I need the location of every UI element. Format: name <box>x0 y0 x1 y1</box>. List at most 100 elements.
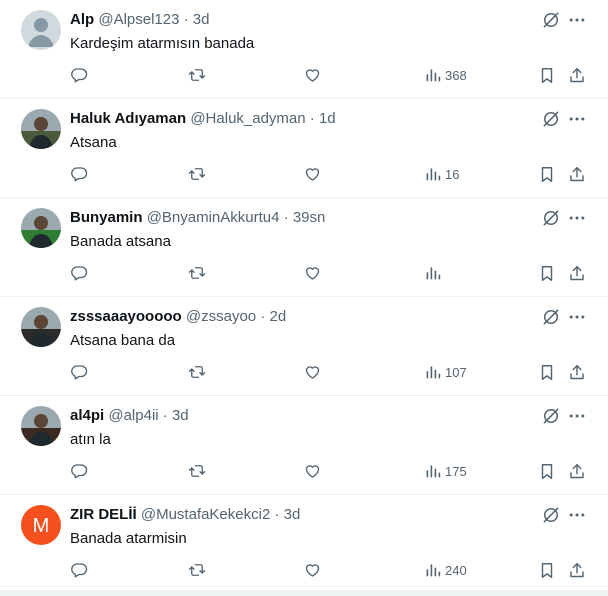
more-icon[interactable] <box>567 208 587 228</box>
views-button[interactable]: 240 <box>421 560 467 580</box>
author-name[interactable]: Alp <box>70 11 94 28</box>
grok-icon[interactable] <box>541 109 561 129</box>
timestamp[interactable]: 39sn <box>293 209 326 226</box>
grok-icon[interactable] <box>541 406 561 426</box>
avatar[interactable] <box>21 307 61 347</box>
tweet-row[interactable]: zsssaaayooooo @zssayoo · 2d Atsana bana … <box>0 297 608 396</box>
retweet-button[interactable] <box>187 65 207 85</box>
tweet-row[interactable]: Alp @Alpsel123 · 3d Kardeşim atarmısın b… <box>0 0 608 99</box>
action-bar <box>0 263 608 283</box>
author-handle[interactable]: @Haluk_adyman <box>190 110 305 127</box>
avatar[interactable] <box>21 406 61 446</box>
share-icon <box>568 462 586 481</box>
share-button[interactable] <box>568 263 586 283</box>
reply-button[interactable] <box>70 263 88 283</box>
bookmark-button[interactable] <box>538 362 556 382</box>
tweet-text: Banada atarmisin <box>70 530 187 547</box>
reply-button[interactable] <box>70 164 88 184</box>
avatar[interactable]: M <box>21 505 61 545</box>
bookmark-icon <box>538 363 556 382</box>
retweet-button[interactable] <box>187 362 207 382</box>
bookmark-button[interactable] <box>538 263 556 283</box>
share-icon <box>568 66 586 85</box>
timestamp[interactable]: 2d <box>270 308 287 325</box>
like-button[interactable] <box>303 263 322 283</box>
views-count: 175 <box>445 463 467 479</box>
reply-button[interactable] <box>70 362 88 382</box>
views-button[interactable]: 16 <box>421 164 459 184</box>
grok-icon[interactable] <box>541 208 561 228</box>
reply-button[interactable] <box>70 461 88 481</box>
tweet-header: zsssaaayooooo @zssayoo · 2d <box>70 308 286 326</box>
more-icon[interactable] <box>567 406 587 426</box>
author-name[interactable]: al4pi <box>70 407 104 424</box>
share-button[interactable] <box>568 65 586 85</box>
reply-button[interactable] <box>70 560 88 580</box>
share-button[interactable] <box>568 164 586 184</box>
bookmark-button[interactable] <box>538 164 556 184</box>
tweet-text: Atsana <box>70 134 117 151</box>
bookmark-button[interactable] <box>538 461 556 481</box>
grok-icon[interactable] <box>541 505 561 525</box>
grok-icon[interactable] <box>541 10 561 30</box>
retweet-button[interactable] <box>187 164 207 184</box>
reply-button[interactable] <box>70 65 88 85</box>
tweet-row[interactable]: Haluk Adıyaman @Haluk_adyman · 1d Atsana… <box>0 99 608 198</box>
views-icon <box>425 561 441 579</box>
tweet-row[interactable]: M ZIR DELİİ @MustafaKekekci2 · 3d Banada… <box>0 495 608 587</box>
like-button[interactable] <box>303 65 322 85</box>
share-button[interactable] <box>568 362 586 382</box>
avatar[interactable] <box>21 10 61 50</box>
like-icon <box>303 264 322 282</box>
like-button[interactable] <box>303 164 322 184</box>
tweet-row[interactable]: al4pi @alp4ii · 3d atın la 175 <box>0 396 608 495</box>
like-button[interactable] <box>303 560 322 580</box>
tweet-header: ZIR DELİİ @MustafaKekekci2 · 3d <box>70 506 300 524</box>
like-icon <box>303 165 322 183</box>
retweet-button[interactable] <box>187 560 207 580</box>
share-button[interactable] <box>568 461 586 481</box>
retweet-button[interactable] <box>187 263 207 283</box>
more-icon[interactable] <box>567 10 587 30</box>
tweet-text: Banada atsana <box>70 233 171 250</box>
more-icon[interactable] <box>567 307 587 327</box>
author-name[interactable]: Haluk Adıyaman <box>70 110 186 127</box>
more-icon[interactable] <box>567 505 587 525</box>
author-handle[interactable]: @zssayoo <box>186 308 256 325</box>
retweet-button[interactable] <box>187 461 207 481</box>
author-handle[interactable]: @BnyaminAkkurtu4 <box>147 209 280 226</box>
tweet-text: Atsana bana da <box>70 332 176 349</box>
author-name[interactable]: ZIR DELİİ <box>70 506 137 523</box>
like-button[interactable] <box>303 461 322 481</box>
views-button[interactable] <box>421 263 445 283</box>
views-icon <box>425 462 441 480</box>
bookmark-icon <box>538 462 556 481</box>
timestamp[interactable]: 1d <box>319 110 336 127</box>
timestamp[interactable]: 3d <box>172 407 189 424</box>
author-handle[interactable]: @MustafaKekekci2 <box>141 506 270 523</box>
bookmark-button[interactable] <box>538 65 556 85</box>
author-handle[interactable]: @Alpsel123 <box>98 11 179 28</box>
like-icon <box>303 462 322 480</box>
grok-icon[interactable] <box>541 307 561 327</box>
views-button[interactable]: 175 <box>421 461 467 481</box>
views-icon <box>425 66 441 84</box>
views-button[interactable]: 107 <box>421 362 467 382</box>
author-handle[interactable]: @alp4ii <box>108 407 158 424</box>
action-bar: 175 <box>0 461 608 481</box>
tweet-row[interactable]: Bunyamin @BnyaminAkkurtu4 · 39sn Banada … <box>0 198 608 297</box>
views-button[interactable]: 368 <box>421 65 467 85</box>
author-name[interactable]: zsssaaayooooo <box>70 308 182 325</box>
avatar[interactable] <box>21 109 61 149</box>
timestamp[interactable]: 3d <box>284 506 301 523</box>
share-button[interactable] <box>568 560 586 580</box>
views-count: 368 <box>445 67 467 83</box>
retweet-icon <box>187 66 207 84</box>
bookmark-button[interactable] <box>538 560 556 580</box>
more-icon[interactable] <box>567 109 587 129</box>
avatar[interactable] <box>21 208 61 248</box>
timestamp[interactable]: 3d <box>193 11 210 28</box>
author-name[interactable]: Bunyamin <box>70 209 143 226</box>
like-button[interactable] <box>303 362 322 382</box>
bookmark-icon <box>538 66 556 85</box>
